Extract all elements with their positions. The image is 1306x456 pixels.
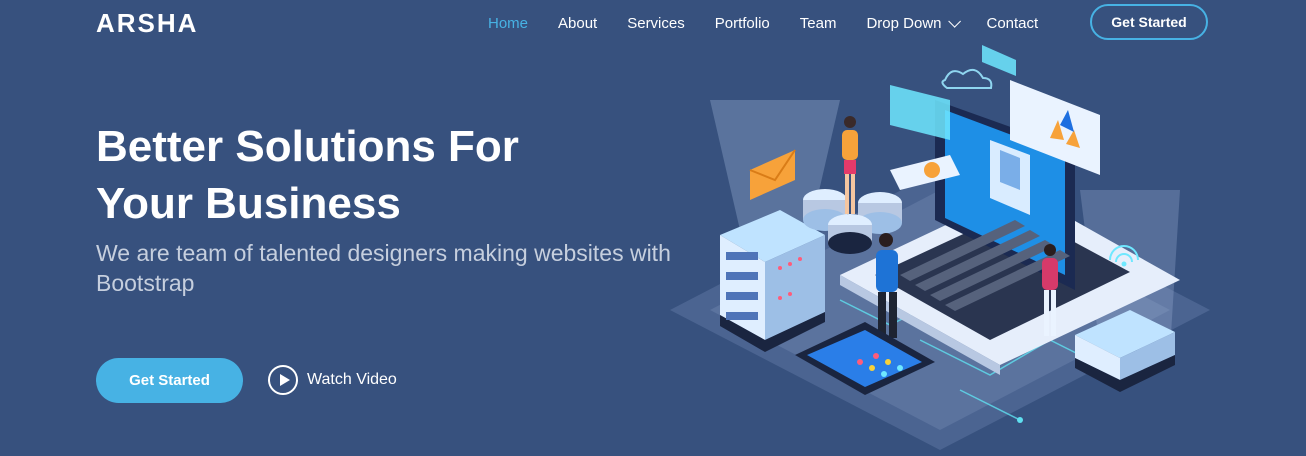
nav-dropdown[interactable]: Drop Down bbox=[866, 14, 961, 32]
hero-illustration bbox=[670, 45, 1210, 450]
nav-portfolio[interactable]: Portfolio bbox=[715, 15, 770, 32]
play-circle-icon bbox=[268, 365, 298, 395]
nav-home[interactable]: Home bbox=[488, 15, 528, 32]
watch-video-label: Watch Video bbox=[307, 371, 397, 388]
nav-about[interactable]: About bbox=[558, 15, 597, 32]
hero-title: Better Solutions For Your Business bbox=[96, 118, 656, 232]
watch-video-link[interactable]: Watch Video bbox=[268, 363, 397, 397]
hero-get-started-button[interactable]: Get Started bbox=[96, 358, 243, 403]
hero-title-line-1: Better Solutions For bbox=[96, 122, 519, 171]
nav-team[interactable]: Team bbox=[800, 15, 837, 32]
hero-title-line-2: Your Business bbox=[96, 179, 401, 228]
chevron-down-icon bbox=[947, 14, 961, 28]
site-logo[interactable]: ARSHA bbox=[96, 8, 198, 39]
nav-contact[interactable]: Contact bbox=[987, 15, 1039, 32]
nav-services[interactable]: Services bbox=[627, 15, 685, 32]
hero-subtitle: We are team of talented designers making… bbox=[96, 240, 671, 296]
nav-dropdown-label: Drop Down bbox=[866, 14, 942, 32]
header-get-started-button[interactable]: Get Started bbox=[1090, 4, 1208, 40]
